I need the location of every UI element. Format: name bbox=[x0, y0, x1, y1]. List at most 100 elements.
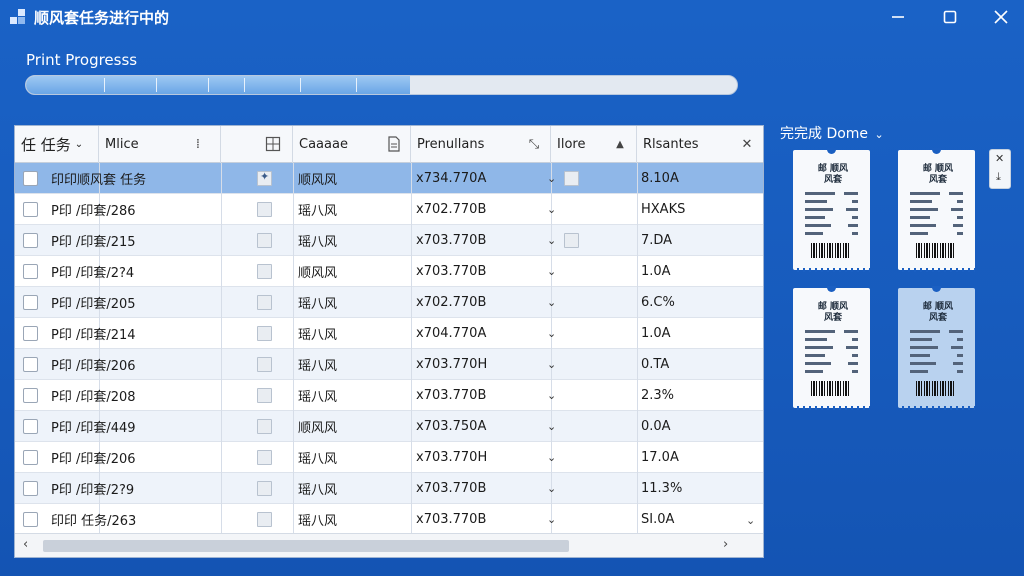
shipping-label-thumbnail[interactable]: 邮 顺风 风套 bbox=[898, 148, 975, 272]
chevron-down-icon[interactable]: ⌄ bbox=[547, 234, 556, 247]
scrollbar-thumb[interactable] bbox=[43, 540, 569, 552]
row-select-box[interactable]: ✦ bbox=[257, 170, 272, 186]
row-checkbox[interactable] bbox=[23, 419, 38, 434]
maximize-button[interactable] bbox=[930, 4, 970, 30]
scroll-left-icon[interactable]: ‹ bbox=[23, 537, 28, 552]
chevron-down-icon: ⌄ bbox=[74, 139, 84, 150]
table-row[interactable]: P印 /印套/208 瑶八风 x703.770B ⌄ 2.3% bbox=[15, 380, 763, 411]
column-header-task[interactable]: 任 任务 ⌄ bbox=[15, 126, 99, 163]
task-name-cell: 印印顺风套 任务 bbox=[51, 173, 147, 188]
shipping-label-thumbnail[interactable]: 邮 顺风 风套 bbox=[898, 286, 975, 410]
table-row[interactable]: P印 /印套/2?4 顺风风 x703.770B ⌄ 1.0A bbox=[15, 256, 763, 287]
table-row[interactable]: P印 /印套/205 瑶八风 x702.770B ⌄ 6.C% bbox=[15, 287, 763, 318]
row-checkbox[interactable] bbox=[23, 326, 38, 341]
close-button[interactable] bbox=[981, 4, 1021, 30]
task-name-cell: P印 /印套/205 bbox=[51, 297, 136, 312]
column-header-amount[interactable]: Prenullans ⤡ bbox=[411, 126, 551, 163]
chevron-down-icon[interactable]: ⌄ bbox=[547, 172, 556, 185]
shipping-label-thumbnail[interactable]: 邮 顺风 风套 bbox=[793, 148, 870, 272]
status-cell: 8.10A bbox=[641, 171, 679, 186]
row-checkbox[interactable] bbox=[23, 450, 38, 465]
column-header-label: 任 任务 bbox=[21, 136, 71, 154]
column-header-check[interactable] bbox=[221, 126, 293, 163]
scroll-right-icon[interactable]: › bbox=[723, 537, 728, 552]
document-icon bbox=[386, 136, 402, 152]
column-header-rlsantes[interactable]: Rlsantes ✕ bbox=[637, 126, 763, 163]
chevron-down-icon[interactable]: ⌄ bbox=[875, 128, 884, 141]
column-header-ilore[interactable]: Ilore ▲ bbox=[551, 126, 637, 163]
row-select-box[interactable] bbox=[257, 512, 272, 527]
status-box[interactable] bbox=[564, 233, 579, 248]
column-header-mlice[interactable]: Mlice ⁞ bbox=[99, 126, 221, 163]
carrier-cell: 瑶八风 bbox=[298, 359, 338, 374]
amount-cell: x703.770B bbox=[416, 264, 487, 279]
row-select-box[interactable] bbox=[257, 481, 272, 496]
chevron-down-icon[interactable]: ⌄ bbox=[547, 358, 556, 371]
status-box[interactable] bbox=[564, 171, 579, 186]
close-icon[interactable]: ✕ bbox=[995, 152, 1004, 165]
collapse-icon[interactable]: ⤓ bbox=[996, 170, 1001, 184]
status-cell: HXAKS bbox=[641, 202, 686, 217]
chevron-down-icon[interactable]: ⌄ bbox=[547, 265, 556, 278]
row-select-box[interactable] bbox=[257, 419, 272, 434]
table-row[interactable]: 印印 任务/263 瑶八风 x703.770B ⌄ SI.0A bbox=[15, 504, 763, 535]
task-name-cell: P印 /印套/2?9 bbox=[51, 483, 135, 498]
row-checkbox[interactable] bbox=[23, 171, 38, 186]
row-checkbox[interactable] bbox=[23, 233, 38, 248]
row-select-box[interactable] bbox=[257, 202, 272, 217]
carrier-cell: 瑶八风 bbox=[298, 483, 338, 498]
table-row[interactable]: P印 /印套/449 顺风风 x703.750A ⌄ 0.0A bbox=[15, 411, 763, 442]
row-select-box[interactable] bbox=[257, 388, 272, 403]
row-select-box[interactable] bbox=[257, 357, 272, 372]
row-checkbox[interactable] bbox=[23, 481, 38, 496]
row-checkbox[interactable] bbox=[23, 512, 38, 527]
table-row[interactable]: P印 /印套/2?9 瑶八风 x703.770B ⌄ 11.3% bbox=[15, 473, 763, 504]
row-checkbox[interactable] bbox=[23, 202, 38, 217]
chevron-down-icon[interactable]: ⌄ bbox=[547, 513, 556, 526]
chevron-down-icon[interactable]: ⌄ bbox=[547, 296, 556, 309]
row-select-box[interactable] bbox=[257, 326, 272, 341]
table-row[interactable]: P印 /印套/286 瑶八风 x702.770B ⌄ HXAKS bbox=[15, 194, 763, 225]
close-column-icon[interactable]: ✕ bbox=[739, 136, 755, 152]
task-name-cell: P印 /印套/208 bbox=[51, 390, 136, 405]
minimize-button[interactable] bbox=[878, 4, 918, 30]
task-name-cell: P印 /印套/449 bbox=[51, 421, 136, 436]
row-select-box[interactable] bbox=[257, 233, 272, 248]
chevron-down-icon[interactable]: ⌄ bbox=[547, 203, 556, 216]
column-header-label: Rlsantes bbox=[643, 137, 699, 152]
row-select-box[interactable] bbox=[257, 450, 272, 465]
carrier-cell: 顺风风 bbox=[298, 421, 338, 436]
chevron-down-icon[interactable]: ⌄ bbox=[547, 327, 556, 340]
amount-cell: x703.770B bbox=[416, 512, 487, 527]
chevron-down-icon[interactable]: ⌄ bbox=[547, 420, 556, 433]
preview-label-text: 完完成 Dome bbox=[780, 126, 869, 142]
row-checkbox[interactable] bbox=[23, 357, 38, 372]
chevron-down-icon[interactable]: ⌄ bbox=[547, 451, 556, 464]
progress-fill bbox=[26, 76, 410, 94]
task-name-cell: 印印 任务/263 bbox=[51, 514, 137, 529]
table-row[interactable]: P印 /印套/206 瑶八风 x703.770H ⌄ 17.0A bbox=[15, 442, 763, 473]
row-select-box[interactable] bbox=[257, 295, 272, 310]
row-select-box[interactable] bbox=[257, 264, 272, 279]
chevron-down-icon[interactable]: ⌄ bbox=[547, 482, 556, 495]
shipping-label-thumbnail[interactable]: 邮 顺风 风套 bbox=[793, 286, 870, 410]
table-row[interactable]: P印 /印套/214 瑶八风 x704.770A ⌄ 1.0A bbox=[15, 318, 763, 349]
minimize-icon bbox=[892, 16, 904, 18]
row-checkbox[interactable] bbox=[23, 388, 38, 403]
carrier-cell: 瑶八风 bbox=[298, 390, 338, 405]
amount-cell: x702.770B bbox=[416, 202, 487, 217]
status-cell: 17.0A bbox=[641, 450, 679, 465]
chevron-down-icon[interactable]: ⌄ bbox=[547, 389, 556, 402]
table-row[interactable]: P印 /印套/215 瑶八风 x703.770B ⌄ 7.DA bbox=[15, 225, 763, 256]
table-row[interactable]: P印 /印套/206 瑶八风 x703.770H ⌄ 0.TA bbox=[15, 349, 763, 380]
table-row[interactable]: 印印顺风套 任务 ✦ 顺风风 x734.770A ⌄ 8.10A bbox=[15, 163, 763, 194]
scroll-down-icon[interactable]: ⌄ bbox=[746, 514, 755, 527]
horizontal-scrollbar[interactable]: ‹ › bbox=[15, 533, 763, 557]
barcode-icon bbox=[916, 243, 956, 258]
status-cell: 6.C% bbox=[641, 295, 675, 310]
row-checkbox[interactable] bbox=[23, 295, 38, 310]
preview-label: 完完成 Dome ⌄ bbox=[780, 123, 884, 143]
column-header-carrier[interactable]: Caaaae bbox=[293, 126, 411, 163]
row-checkbox[interactable] bbox=[23, 264, 38, 279]
label-header: 邮 顺风 风套 bbox=[922, 164, 954, 185]
